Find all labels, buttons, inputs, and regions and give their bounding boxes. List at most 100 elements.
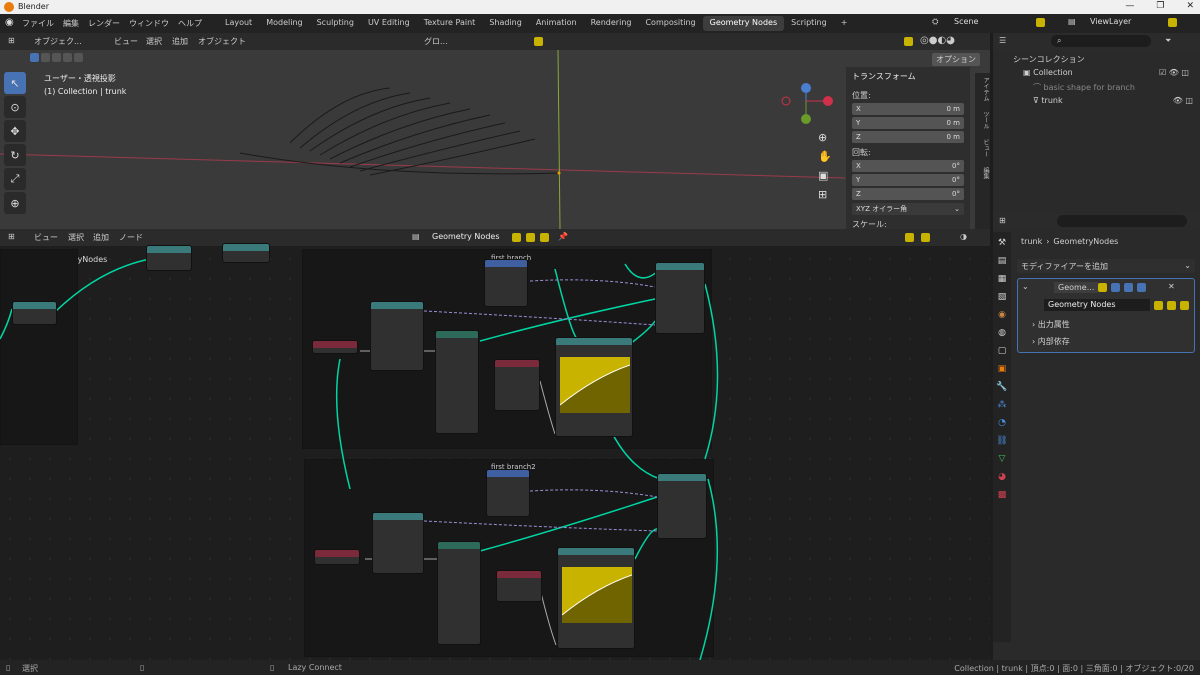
curve-widget[interactable] bbox=[561, 567, 633, 623]
visibility-icon[interactable]: ☑ 👁 ◫ bbox=[1159, 68, 1189, 77]
node-editor[interactable]: ⊞ ビュー 選択 追加 ノード ▤ Geometry Nodes 📌 ◑ tru… bbox=[0, 229, 990, 660]
npanel-tab-tool[interactable]: ツール bbox=[982, 111, 989, 129]
collapse-icon[interactable]: ⌄ bbox=[1022, 282, 1029, 291]
unlink-icon[interactable] bbox=[1180, 301, 1189, 310]
move-tool-icon[interactable]: ✥ bbox=[4, 120, 26, 142]
spline-parameter-node-2[interactable] bbox=[496, 570, 542, 602]
material-tab-icon[interactable]: ◕ bbox=[998, 472, 1006, 482]
modifier-toggle-icon[interactable] bbox=[1098, 283, 1107, 292]
add-modifier-button[interactable]: モディファイアーを追加 ⌄ bbox=[1017, 259, 1195, 273]
tool-tab-icon[interactable]: ⚒ bbox=[998, 238, 1006, 248]
view-layer-icon[interactable]: ▤ bbox=[1068, 17, 1076, 26]
scene-collection[interactable]: シーンコレクション bbox=[1013, 54, 1085, 65]
pan-hand-icon[interactable]: ✋ bbox=[818, 150, 832, 163]
float-curve-node[interactable] bbox=[555, 337, 633, 437]
outliner-item-collection[interactable]: ▣ Collection ☑ 👁 ◫ bbox=[1023, 68, 1193, 77]
location-y-field[interactable]: Y0 m bbox=[852, 117, 964, 129]
instance-on-points-node-2[interactable] bbox=[657, 473, 707, 539]
render-toggle-icon[interactable] bbox=[1137, 283, 1146, 292]
scene-tab-icon[interactable]: ◉ bbox=[998, 310, 1006, 320]
modifier-name-input[interactable]: Geome... bbox=[1054, 282, 1099, 293]
tab-geometry-nodes[interactable]: Geometry Nodes bbox=[702, 16, 785, 31]
noise-input-node[interactable] bbox=[312, 340, 358, 354]
world-tab-icon[interactable]: ◍ bbox=[998, 328, 1006, 338]
close-icon[interactable]: ✕ bbox=[1186, 1, 1194, 11]
viewport-toggle-icon[interactable] bbox=[1124, 283, 1133, 292]
nodegroup-select[interactable]: Geometry Nodes bbox=[1044, 299, 1150, 311]
tab-layout[interactable]: Layout bbox=[218, 16, 259, 31]
npanel-tab-edit[interactable]: 編集 bbox=[982, 167, 989, 179]
tab-texture-paint[interactable]: Texture Paint bbox=[417, 16, 483, 31]
tab-sculpting[interactable]: Sculpting bbox=[310, 16, 361, 31]
cursor-tool-icon[interactable]: ⊙ bbox=[4, 96, 26, 118]
data-tab-icon[interactable]: ▽ bbox=[999, 454, 1006, 464]
curve-circle-node-2[interactable] bbox=[372, 512, 424, 574]
properties-search-input[interactable] bbox=[1057, 215, 1187, 227]
scene-icon[interactable]: ⛭ bbox=[932, 17, 938, 27]
texture-tab-icon[interactable]: ▩ bbox=[998, 490, 1007, 500]
visibility-icon[interactable]: 👁 ◫ bbox=[1173, 96, 1193, 105]
outliner-search-input[interactable] bbox=[1051, 35, 1151, 47]
editmode-toggle-icon[interactable] bbox=[1111, 283, 1120, 292]
menu-render[interactable]: レンダー bbox=[88, 18, 120, 29]
curve-line-node-2[interactable] bbox=[437, 541, 481, 645]
blender-menu-icon[interactable]: ◉ bbox=[5, 17, 14, 28]
view-layer-name[interactable]: ViewLayer bbox=[1090, 17, 1131, 26]
rotation-z-field[interactable]: Z 0° bbox=[852, 188, 964, 200]
view-layer-new-icon[interactable] bbox=[1168, 18, 1177, 27]
rotate-tool-icon[interactable]: ↻ bbox=[4, 144, 26, 166]
scene-new-icon[interactable] bbox=[1036, 18, 1045, 27]
modifier-tab-icon[interactable]: 🔧 bbox=[996, 382, 1007, 392]
tab-scripting[interactable]: Scripting bbox=[784, 16, 834, 31]
constraints-tab-icon[interactable]: ⛓ bbox=[996, 436, 1007, 446]
tab-compositing[interactable]: Compositing bbox=[638, 16, 702, 31]
display-mode-icon[interactable]: ☰ bbox=[999, 36, 1006, 45]
location-x-field[interactable]: X0 m bbox=[852, 103, 964, 115]
menu-edit[interactable]: 編集 bbox=[63, 18, 79, 29]
rotation-y-field[interactable]: Y 0° bbox=[852, 174, 964, 186]
tab-rendering[interactable]: Rendering bbox=[584, 16, 639, 31]
fake-user-icon[interactable] bbox=[1154, 301, 1163, 310]
random-value-node-2[interactable] bbox=[486, 469, 530, 517]
view-layer-tab-icon[interactable]: ▧ bbox=[998, 292, 1007, 302]
physics-tab-icon[interactable]: ◔ bbox=[998, 418, 1006, 428]
instance-on-points-node[interactable] bbox=[655, 262, 705, 334]
menu-window[interactable]: ウィンドウ bbox=[129, 18, 169, 29]
noise-input-node-2[interactable] bbox=[314, 549, 360, 565]
tab-shading[interactable]: Shading bbox=[482, 16, 529, 31]
group-input-node[interactable] bbox=[12, 301, 57, 325]
menu-help[interactable]: ヘルプ bbox=[178, 18, 202, 29]
scale-tool-icon[interactable]: ⤢ bbox=[4, 168, 26, 190]
select-tool-icon[interactable]: ↖ bbox=[4, 72, 26, 94]
rotation-mode-select[interactable]: XYZ オイラー角 ⌄ bbox=[852, 203, 964, 215]
camera-icon[interactable]: ▣ bbox=[818, 169, 832, 182]
minimize-icon[interactable]: — bbox=[1125, 1, 1134, 11]
3d-viewport[interactable]: ⊞ オブジェク... ビュー 選択 追加 オブジェクト グロ... ◎●◐◕ オ… bbox=[0, 33, 990, 229]
panel-output-attributes[interactable]: › 出力属性 bbox=[1032, 319, 1070, 330]
float-curve-node-2[interactable] bbox=[557, 547, 635, 649]
curve-widget[interactable] bbox=[559, 357, 631, 413]
filter-icon[interactable]: ⏷ bbox=[1165, 36, 1171, 46]
npanel-tab-item[interactable]: アイテム bbox=[982, 77, 989, 101]
output-node[interactable] bbox=[146, 245, 192, 271]
scene-name[interactable]: Scene bbox=[954, 17, 978, 26]
grid-icon[interactable]: ⊞ bbox=[818, 188, 832, 201]
npanel-tab-view[interactable]: ビュー bbox=[982, 139, 989, 157]
transform-tool-icon[interactable]: ⊕ bbox=[4, 192, 26, 214]
outliner-item-trunk[interactable]: ⊽ trunk 👁 ◫ bbox=[1033, 96, 1193, 105]
outliner-item-basic-shape[interactable]: ⌒ basic shape for branch bbox=[1033, 82, 1135, 93]
curve-line-node[interactable] bbox=[435, 330, 479, 434]
location-z-field[interactable]: Z0 m bbox=[852, 131, 964, 143]
curve-circle-node[interactable] bbox=[370, 301, 424, 371]
menu-file[interactable]: ファイル bbox=[22, 18, 54, 29]
rotation-x-field[interactable]: X 0° bbox=[852, 160, 964, 172]
add-workspace-button[interactable]: + bbox=[834, 16, 855, 31]
duplicate-icon[interactable] bbox=[1167, 301, 1176, 310]
tab-uv-editing[interactable]: UV Editing bbox=[361, 16, 417, 31]
random-value-node[interactable] bbox=[484, 259, 528, 307]
panel-internal-dependencies[interactable]: › 内部依存 bbox=[1032, 336, 1070, 347]
tab-modeling[interactable]: Modeling bbox=[259, 16, 309, 31]
collection-tab-icon[interactable]: ▢ bbox=[998, 346, 1007, 356]
render-tab-icon[interactable]: ▤ bbox=[998, 256, 1007, 266]
tab-animation[interactable]: Animation bbox=[529, 16, 584, 31]
